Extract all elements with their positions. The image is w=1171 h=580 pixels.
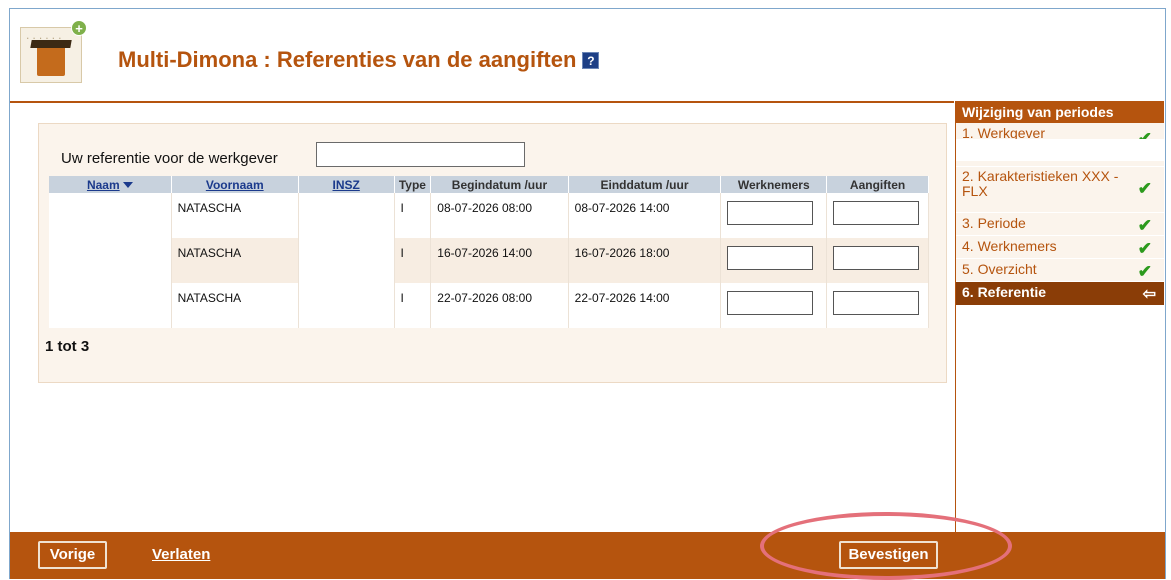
col-begindatum: Begindatum /uur xyxy=(430,176,569,193)
cell-type: I xyxy=(394,283,432,328)
werknemers-input[interactable] xyxy=(727,291,814,315)
checkmark-icon: ✔ xyxy=(1137,216,1152,235)
wizard-steps-sidebar: Wijziging van periodes 1. Werkgever ✔ 2.… xyxy=(955,101,1165,532)
employer-reference-input[interactable] xyxy=(316,142,525,167)
werknemers-input[interactable] xyxy=(727,246,814,270)
cell-begindatum: 16-07-2026 14:00 xyxy=(430,238,569,283)
sort-down-icon[interactable] xyxy=(122,181,133,188)
table-row: NATASCHA I 22-07-2026 08:00 22-07-2026 1… xyxy=(49,283,929,328)
page-title: Multi-Dimona : Referenties van de aangif… xyxy=(118,47,600,73)
cell-aangiften xyxy=(826,193,929,238)
cell-werknemers xyxy=(720,283,828,328)
aangiften-input[interactable] xyxy=(833,201,920,225)
cell-begindatum: 08-07-2026 08:00 xyxy=(430,193,569,238)
step-label: 6. Referentie xyxy=(962,284,1047,300)
sidebar-title: Wijziging van periodes xyxy=(956,101,1164,123)
step-referentie[interactable]: 6. Referentie ⇦ xyxy=(956,282,1164,306)
graduate-logo-icon: ...... + xyxy=(20,20,87,83)
leave-link[interactable]: Verlaten xyxy=(152,546,210,563)
cell-voornaam: NATASCHA xyxy=(171,238,299,283)
step-werknemers[interactable]: 4. Werknemers ✔ xyxy=(956,236,1164,259)
arrow-left-icon: ⇦ xyxy=(1142,286,1156,303)
pagination-info: 1 tot 3 xyxy=(45,338,90,355)
col-aangiften: Aangiften xyxy=(826,176,929,193)
checkmark-icon: ✔ xyxy=(1137,179,1152,198)
aangiften-input[interactable] xyxy=(833,291,920,315)
aangiften-input[interactable] xyxy=(833,246,920,270)
step-werkgever[interactable]: 1. Werkgever ✔ xyxy=(956,123,1165,167)
table-header-row: Naam Voornaam INSZ Type Begindatum /uur … xyxy=(49,176,929,193)
cell-einddatum: 22-07-2026 14:00 xyxy=(568,283,722,328)
declarations-table: Naam Voornaam INSZ Type Begindatum /uur … xyxy=(49,176,929,328)
cell-voornaam: NATASCHA xyxy=(171,193,299,238)
cell-voornaam: NATASCHA xyxy=(171,283,299,328)
cell-werknemers xyxy=(720,238,828,283)
step-overzicht[interactable]: 5. Overzicht ✔ xyxy=(956,259,1164,282)
cell-insz xyxy=(298,193,395,238)
plus-badge-icon: + xyxy=(71,20,87,36)
cell-insz xyxy=(298,238,395,283)
checkmark-icon: ✔ xyxy=(1137,239,1152,258)
app-frame: ...... + Multi-Dimona : Referenties van … xyxy=(9,8,1166,579)
cell-naam xyxy=(49,193,172,238)
table-row: NATASCHA I 08-07-2026 08:00 08-07-2026 1… xyxy=(49,193,929,238)
table-row: NATASCHA I 16-07-2026 14:00 16-07-2026 1… xyxy=(49,238,929,283)
cell-insz xyxy=(298,283,395,328)
werknemers-input[interactable] xyxy=(727,201,814,225)
step-periode[interactable]: 3. Periode ✔ xyxy=(956,213,1164,236)
highlight-annotation xyxy=(760,512,1012,580)
references-panel: Uw referentie voor de werkgever Naam Voo… xyxy=(38,123,947,383)
step-karakteristieken[interactable]: 2. Karakteristieken XXX - FLX ✔ xyxy=(956,167,1164,213)
cell-begindatum: 22-07-2026 08:00 xyxy=(430,283,569,328)
cell-naam xyxy=(49,283,172,328)
col-einddatum: Einddatum /uur xyxy=(568,176,722,193)
previous-button[interactable]: Vorige xyxy=(38,541,107,569)
cell-einddatum: 08-07-2026 14:00 xyxy=(568,193,722,238)
reference-label: Uw referentie voor de werkgever xyxy=(61,150,278,167)
col-insz[interactable]: INSZ xyxy=(298,176,395,193)
step-label: 3. Periode xyxy=(962,215,1026,231)
cell-aangiften xyxy=(826,283,929,328)
step-label: 4. Werknemers xyxy=(962,238,1057,254)
help-icon[interactable]: ? xyxy=(582,52,600,69)
cell-type: I xyxy=(394,193,432,238)
step-label: 5. Overzicht xyxy=(962,261,1037,277)
checkmark-icon: ✔ xyxy=(1137,262,1152,281)
cell-einddatum: 16-07-2026 18:00 xyxy=(568,238,722,283)
page-header: ...... + Multi-Dimona : Referenties van … xyxy=(10,9,1165,101)
col-type: Type xyxy=(394,176,432,193)
step-label: 2. Karakteristieken XXX - FLX xyxy=(962,168,1119,199)
col-voornaam[interactable]: Voornaam xyxy=(171,176,299,193)
cell-aangiften xyxy=(826,238,929,283)
col-naam[interactable]: Naam xyxy=(49,176,172,193)
cell-naam xyxy=(49,238,172,283)
cell-werknemers xyxy=(720,193,828,238)
col-werknemers: Werknemers xyxy=(720,176,828,193)
main-content: Uw referentie voor de werkgever Naam Voo… xyxy=(10,101,954,532)
cell-type: I xyxy=(394,238,432,283)
